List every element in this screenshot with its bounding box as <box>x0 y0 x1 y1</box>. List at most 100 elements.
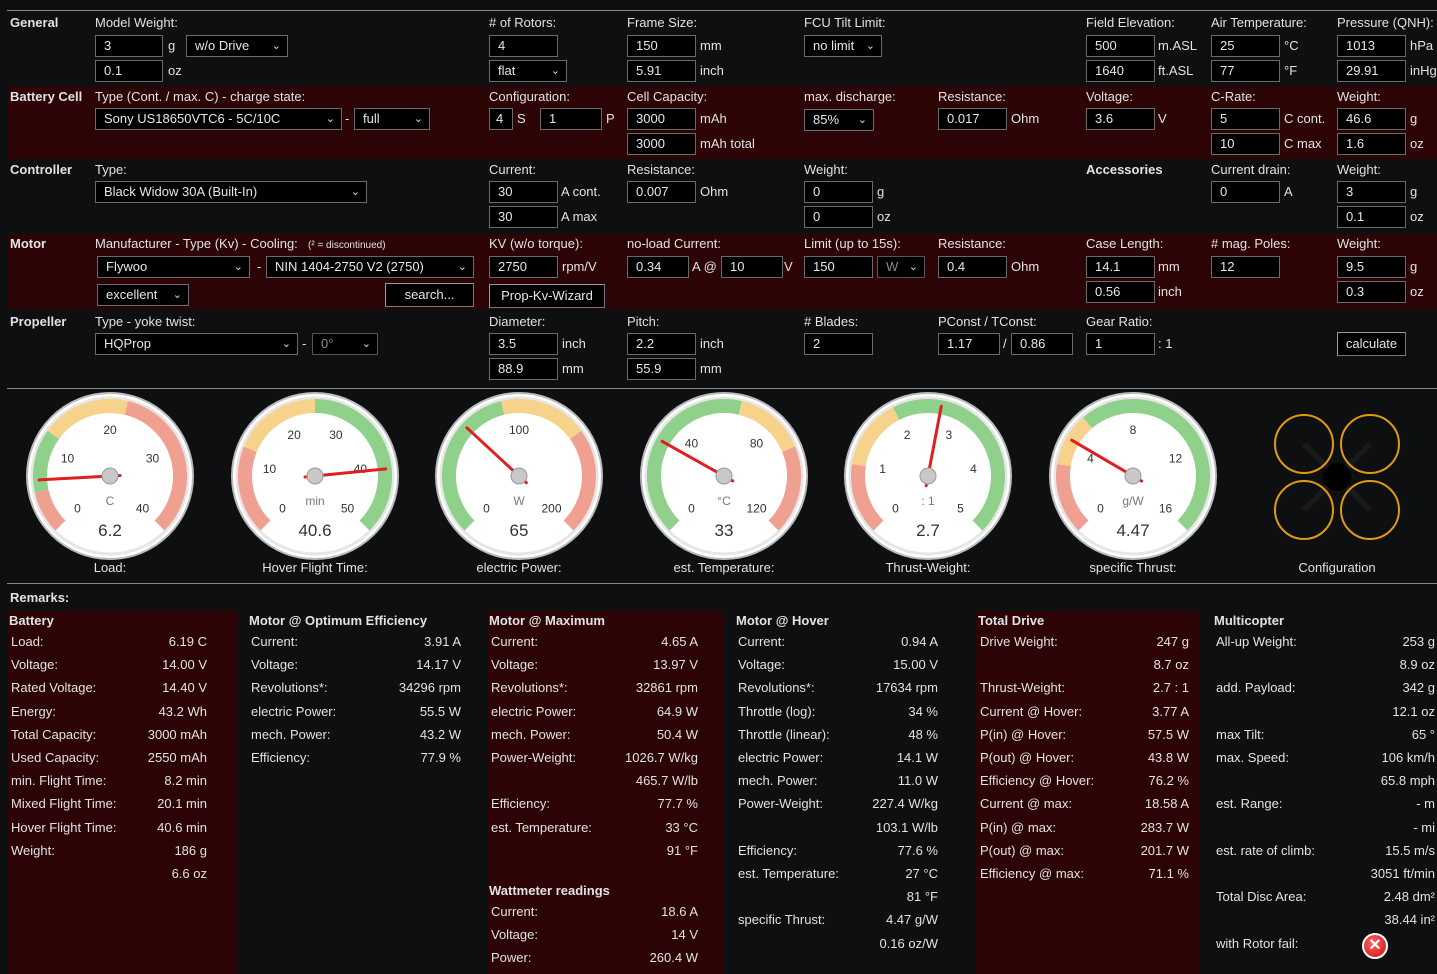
drive-select[interactable]: w/o Drive ⌄ <box>186 35 288 57</box>
prop-kv-wizard-button[interactable]: Prop-Kv-Wizard <box>489 284 605 308</box>
tconst-input[interactable]: 0.86 <box>1011 333 1073 355</box>
dash-separator: - <box>345 111 350 126</box>
propeller-type-label: Type - yoke twist: <box>95 314 196 329</box>
unit-inch: inch <box>700 63 724 78</box>
motor-resistance-input[interactable]: 0.4 <box>938 256 1007 278</box>
c-cont-input[interactable]: 5 <box>1211 108 1280 130</box>
controller-weight-g-input[interactable]: 0 <box>804 181 873 203</box>
fcu-tilt-select[interactable]: no limit ⌄ <box>804 35 882 57</box>
result-row-value: 77.7 % <box>657 796 698 812</box>
result-row-value: 14.00 V <box>162 657 207 673</box>
chevron-down-icon: ⌄ <box>457 261 467 273</box>
result-row-label: Current: <box>491 634 538 649</box>
charge-state-select[interactable]: full ⌄ <box>354 108 430 130</box>
unit-inch: inch <box>1158 284 1182 299</box>
motor-manufacturer-select[interactable]: Flywoo ⌄ <box>97 256 250 278</box>
series-cells-input[interactable]: 4 <box>489 108 513 130</box>
battery-weight-oz-input[interactable]: 1.6 <box>1337 133 1406 155</box>
gauge-tick-label: 16 <box>1159 502 1173 516</box>
result-row-value: 283.7 W <box>1140 819 1189 835</box>
case-length-inch-input[interactable]: 0.56 <box>1086 281 1155 303</box>
unit-mm: mm <box>700 38 722 53</box>
current-drain-input[interactable]: 0 <box>1211 181 1280 203</box>
motor-weight-oz-input[interactable]: 0.3 <box>1337 281 1406 303</box>
result-row-value: - mi <box>1413 819 1435 835</box>
noload-current-input[interactable]: 0.34 <box>627 256 689 278</box>
pressure-hpa-input[interactable]: 1013 <box>1337 35 1406 57</box>
unit-a-at: A @ <box>692 259 717 274</box>
frame-mm-input[interactable]: 150 <box>627 35 696 57</box>
total-capacity-input[interactable]: 3000 <box>627 133 696 155</box>
pitch-label: Pitch: <box>627 314 660 329</box>
diameter-inch-input[interactable]: 3.5 <box>489 333 558 355</box>
limit-input[interactable]: 150 <box>804 256 873 278</box>
case-length-mm-input[interactable]: 14.1 <box>1086 256 1155 278</box>
result-row-value: 186 g <box>174 842 207 858</box>
controller-type-select[interactable]: Black Widow 30A (Built-In) ⌄ <box>95 181 367 203</box>
accessories-weight-g-input[interactable]: 3 <box>1337 181 1406 203</box>
battery-type-label: Type (Cont. / max. C) - charge state: <box>95 89 306 104</box>
gauge-hub <box>919 467 937 485</box>
cooling-select[interactable]: excellent ⌄ <box>97 284 189 306</box>
air-temp-c-input[interactable]: 25 <box>1211 35 1280 57</box>
pconst-input[interactable]: 1.17 <box>938 333 1000 355</box>
mag-poles-input[interactable]: 12 <box>1211 256 1280 278</box>
gauge-unit: : 1 <box>921 494 935 508</box>
c-max-input[interactable]: 10 <box>1211 133 1280 155</box>
motor-weight-g-input[interactable]: 9.5 <box>1337 256 1406 278</box>
controller-resistance-input[interactable]: 0.007 <box>627 181 696 203</box>
air-temp-f-input[interactable]: 77 <box>1211 60 1280 82</box>
result-row-value: 17634 rpm <box>875 680 938 696</box>
noload-voltage-input[interactable]: 10 <box>721 256 783 278</box>
current-cont-input[interactable]: 30 <box>489 181 558 203</box>
gauge-tick-label: 30 <box>146 451 160 465</box>
search-button[interactable]: search... <box>385 283 474 307</box>
fcu-tilt-label: FCU Tilt Limit: <box>804 15 886 30</box>
max-discharge-select[interactable]: 85% ⌄ <box>804 109 874 131</box>
rotor-layout-select[interactable]: flat ⌄ <box>489 60 567 82</box>
battery-resistance-input[interactable]: 0.017 <box>938 108 1007 130</box>
elevation-m-input[interactable]: 500 <box>1086 35 1155 57</box>
controller-weight-oz-input[interactable]: 0 <box>804 206 873 228</box>
battery-type-select[interactable]: Sony US18650VTC6 - 5C/10C ⌄ <box>95 108 342 130</box>
model-weight-g-input[interactable]: 3 <box>95 35 163 57</box>
battery-voltage-input[interactable]: 3.6 <box>1086 108 1155 130</box>
kv-input[interactable]: 2750 <box>489 256 558 278</box>
elevation-ft-input[interactable]: 1640 <box>1086 60 1155 82</box>
current-max-input[interactable]: 30 <box>489 206 558 228</box>
motor-type-select[interactable]: NIN 1404-2750 V2 (2750) ⌄ <box>266 256 474 278</box>
unit-rpmv: rpm/V <box>562 259 597 274</box>
blades-input[interactable]: 2 <box>804 333 873 355</box>
gauge-tick-label: 120 <box>747 502 767 516</box>
limit-label: Limit (up to 15s): <box>804 236 901 251</box>
accessories-weight-oz-input[interactable]: 0.1 <box>1337 206 1406 228</box>
yoke-twist-select[interactable]: 0° ⌄ <box>312 333 378 355</box>
battery-cell-label: Battery Cell <box>10 89 83 104</box>
rotors-input[interactable]: 4 <box>489 35 558 57</box>
cell-capacity-input[interactable]: 3000 <box>627 108 696 130</box>
pitch-inch-input[interactable]: 2.2 <box>627 333 696 355</box>
wattmeter-row-label: Current: <box>491 904 538 919</box>
pressure-inhg-input[interactable]: 29.91 <box>1337 60 1406 82</box>
propeller-type-select[interactable]: HQProp ⌄ <box>95 333 298 355</box>
pitch-mm-input[interactable]: 55.9 <box>627 358 696 380</box>
calculate-button[interactable]: calculate <box>1337 332 1406 356</box>
unit-c-max: C max <box>1284 136 1322 151</box>
motor-resistance-label: Resistance: <box>938 236 1006 251</box>
battery-weight-g-input[interactable]: 46.6 <box>1337 108 1406 130</box>
controller-weight-label: Weight: <box>804 162 848 177</box>
result-row-value: 27 °C <box>905 866 938 881</box>
remarks-label: Remarks: <box>10 590 70 605</box>
gauge-tick-label: 5 <box>957 502 964 516</box>
frame-inch-input[interactable]: 5.91 <box>627 60 696 82</box>
noload-current-label: no-load Current: <box>627 236 721 251</box>
gear-ratio-input[interactable]: 1 <box>1086 333 1155 355</box>
limit-unit-select[interactable]: W ⌄ <box>877 256 925 278</box>
result-row-value: 0.94 A <box>901 634 938 649</box>
diameter-mm-input[interactable]: 88.9 <box>489 358 558 380</box>
model-weight-oz-input[interactable]: 0.1 <box>95 60 163 82</box>
gauge-load: 0 10 20 30 40 C 6.2 <box>26 392 194 560</box>
unit-ohm: Ohm <box>1011 259 1040 274</box>
result-row-value: 253 g <box>1402 634 1435 649</box>
parallel-cells-input[interactable]: 1 <box>540 108 602 130</box>
